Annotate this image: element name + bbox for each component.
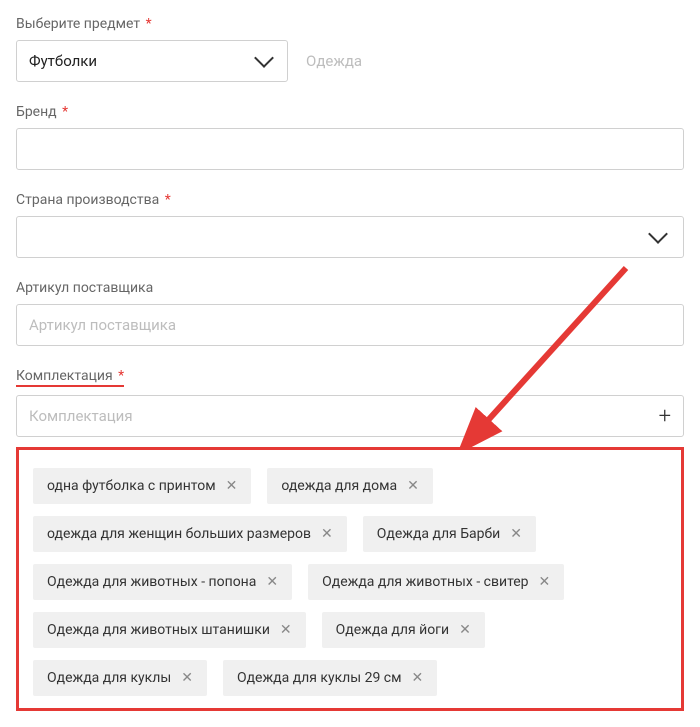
tag-chip[interactable]: Одежда для куклы 29 см ✕ — [223, 660, 437, 696]
close-icon[interactable]: ✕ — [226, 478, 238, 494]
tag-chip[interactable]: одежда для женщин больших размеров ✕ — [33, 516, 347, 552]
subject-hint: Одежда — [306, 52, 362, 70]
chevron-down-icon — [648, 224, 668, 244]
subject-select[interactable]: Футболки — [16, 40, 288, 82]
tag-label: одежда для женщин больших размеров — [47, 526, 311, 542]
country-label: Страна производства * — [16, 192, 684, 208]
equipment-label-underlined: Комплектация * — [16, 368, 124, 387]
country-field: Страна производства * — [16, 192, 684, 258]
subject-field: Выберите предмет * Футболки Одежда — [16, 16, 684, 82]
tag-label: Одежда для йоги — [336, 622, 450, 638]
chevron-down-icon — [254, 48, 274, 68]
supplier-article-input[interactable]: Артикул поставщика — [16, 304, 684, 346]
tag-label: Одежда для животных - попона — [47, 574, 256, 590]
country-select[interactable] — [16, 216, 684, 258]
plus-icon[interactable]: + — [659, 404, 671, 429]
brand-input[interactable] — [16, 128, 684, 170]
brand-label-text: Бренд — [16, 104, 57, 120]
supplier-article-field: Артикул поставщика Артикул поставщика — [16, 280, 684, 346]
tag-chip[interactable]: одежда для дома ✕ — [267, 468, 433, 504]
required-star: * — [62, 104, 68, 120]
subject-label-text: Выберите предмет — [16, 16, 140, 32]
tag-label: одежда для дома — [281, 478, 397, 494]
tags-container: одна футболка с принтом ✕ одежда для дома ✕… — [33, 468, 667, 696]
close-icon[interactable]: ✕ — [510, 526, 522, 542]
tag-chip[interactable]: Одежда для йоги ✕ — [322, 612, 485, 648]
required-star: * — [165, 192, 171, 208]
required-star: * — [146, 16, 152, 32]
brand-label: Бренд * — [16, 104, 684, 120]
tag-label: Одежда для куклы — [47, 670, 171, 686]
supplier-article-placeholder: Артикул поставщика — [29, 316, 176, 334]
tag-label: Одежда для животных - свитер — [322, 574, 528, 590]
brand-field: Бренд * — [16, 104, 684, 170]
subject-value: Футболки — [29, 52, 97, 70]
close-icon[interactable]: ✕ — [459, 622, 471, 638]
equipment-field: Комплектация * Комплектация + — [16, 368, 684, 437]
tag-label: одна футболка с принтом — [47, 478, 216, 494]
tag-label: Одежда для животных штанишки — [47, 622, 270, 638]
tag-label: Одежда для Барби — [377, 526, 500, 542]
close-icon[interactable]: ✕ — [407, 478, 419, 494]
close-icon[interactable]: ✕ — [280, 622, 292, 638]
equipment-placeholder: Комплектация — [29, 407, 133, 425]
country-label-text: Страна производства — [16, 192, 159, 208]
equipment-label-text: Комплектация — [16, 368, 113, 384]
tag-chip[interactable]: Одежда для Барби ✕ — [363, 516, 536, 552]
equipment-label: Комплектация * — [16, 368, 684, 387]
equipment-input[interactable]: Комплектация + — [16, 395, 684, 437]
tags-highlight-box: одна футболка с принтом ✕ одежда для дома ✕… — [16, 447, 684, 711]
subject-label: Выберите предмет * — [16, 16, 684, 32]
close-icon[interactable]: ✕ — [412, 670, 424, 686]
tag-chip[interactable]: Одежда для куклы ✕ — [33, 660, 207, 696]
close-icon[interactable]: ✕ — [266, 574, 278, 590]
close-icon[interactable]: ✕ — [321, 526, 333, 542]
tag-chip[interactable]: одна футболка с принтом ✕ — [33, 468, 251, 504]
required-star: * — [118, 368, 124, 384]
tag-chip[interactable]: Одежда для животных - попона ✕ — [33, 564, 292, 600]
close-icon[interactable]: ✕ — [539, 574, 551, 590]
close-icon[interactable]: ✕ — [181, 670, 193, 686]
tag-chip[interactable]: Одежда для животных штанишки ✕ — [33, 612, 306, 648]
tag-label: Одежда для куклы 29 см — [237, 670, 402, 686]
tag-chip[interactable]: Одежда для животных - свитер ✕ — [308, 564, 564, 600]
supplier-article-label: Артикул поставщика — [16, 280, 684, 296]
